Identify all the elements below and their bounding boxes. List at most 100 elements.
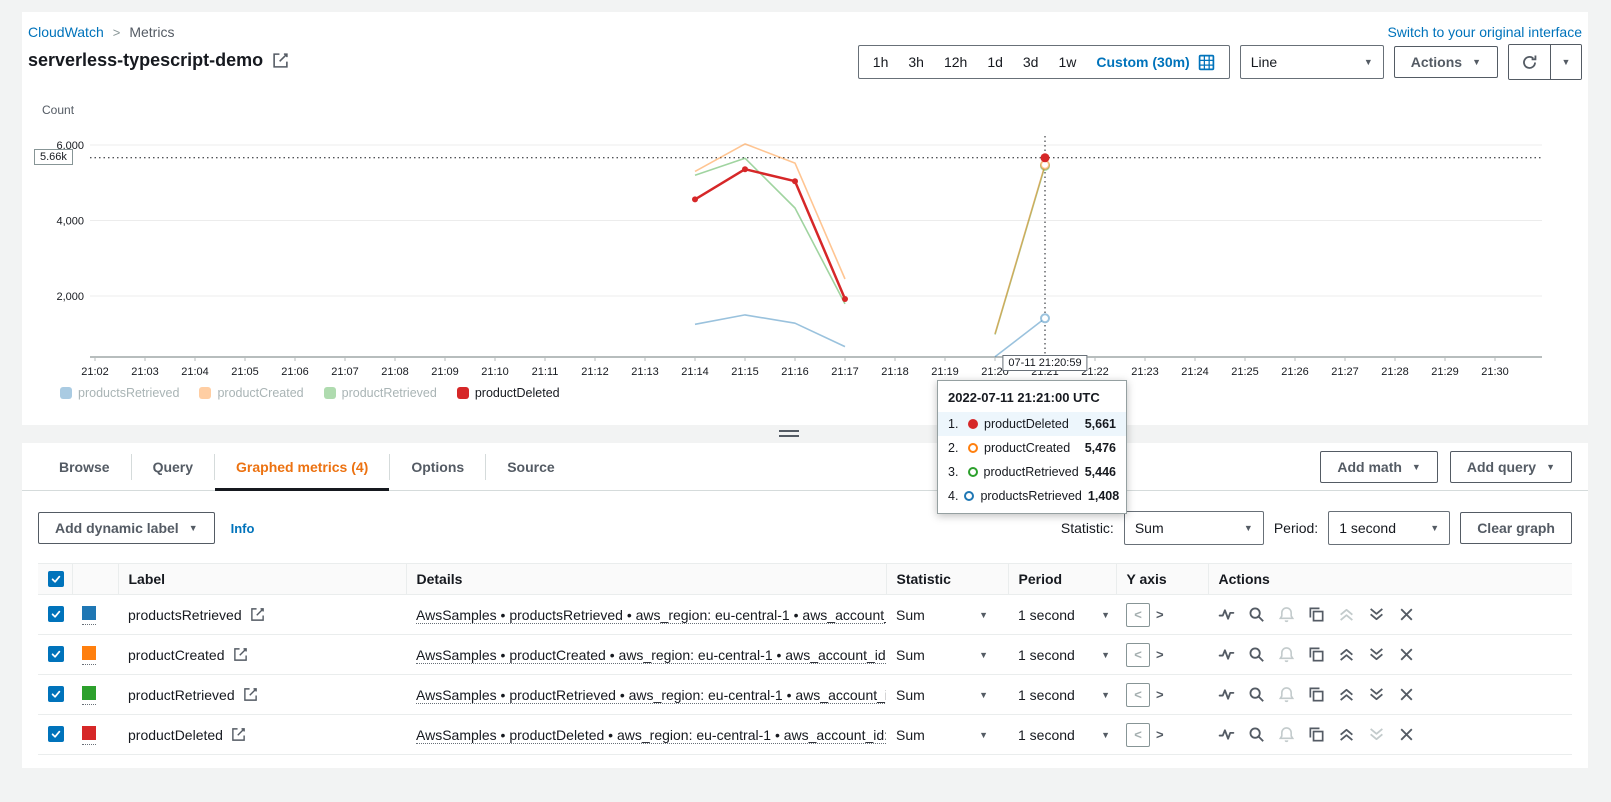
legend-item-productsRetrieved[interactable]: productsRetrieved xyxy=(60,386,179,400)
row-statistic-select[interactable]: Sum▼ xyxy=(896,687,988,703)
time-range-3d[interactable]: 3d xyxy=(1013,54,1049,70)
legend-item-productCreated[interactable]: productCreated xyxy=(199,386,303,400)
move-down-action[interactable] xyxy=(1368,686,1385,703)
y-axis-right-button[interactable]: > xyxy=(1156,687,1164,702)
chart-type-select[interactable]: Line▼ xyxy=(1240,45,1384,79)
duplicate-action[interactable] xyxy=(1308,726,1325,743)
statistic-select[interactable]: Sum▼ xyxy=(1124,511,1264,545)
time-range-custom[interactable]: Custom (30m) xyxy=(1086,54,1224,71)
time-range-3h[interactable]: 3h xyxy=(898,54,934,70)
pulse-action[interactable] xyxy=(1218,726,1235,743)
calendar-icon[interactable] xyxy=(1198,54,1215,71)
chart-tooltip: 2022-07-11 21:21:00 UTC 1.productDeleted… xyxy=(937,380,1127,514)
time-range-1w[interactable]: 1w xyxy=(1048,54,1086,70)
x-tick-label: 21:15 xyxy=(731,366,759,378)
metric-color-swatch[interactable] xyxy=(82,646,96,660)
move-down-action[interactable] xyxy=(1368,646,1385,663)
remove-action[interactable] xyxy=(1398,646,1415,663)
edit-label-button[interactable] xyxy=(231,727,246,742)
metric-details[interactable]: AwsSamples • productDeleted • aws_region… xyxy=(416,727,886,744)
legend-item-productRetrieved[interactable]: productRetrieved xyxy=(324,386,437,400)
tab-graphed-metrics-4[interactable]: Graphed metrics (4) xyxy=(215,443,389,490)
legend-item-productDeleted[interactable]: productDeleted xyxy=(457,386,560,400)
remove-action[interactable] xyxy=(1398,606,1415,623)
move-down-action[interactable] xyxy=(1368,606,1385,623)
metric-color-swatch[interactable] xyxy=(82,606,96,620)
search-action[interactable] xyxy=(1248,686,1265,703)
row-checkbox[interactable] xyxy=(48,686,64,702)
metric-details[interactable]: AwsSamples • productsRetrieved • aws_reg… xyxy=(416,607,886,624)
tab-browse[interactable]: Browse xyxy=(38,443,131,490)
tab-options[interactable]: Options xyxy=(390,443,485,490)
pulse-action[interactable] xyxy=(1218,686,1235,703)
add-dynamic-label-button[interactable]: Add dynamic label▼ xyxy=(38,512,215,544)
panel-resize-handle[interactable] xyxy=(779,428,799,438)
legend-swatch xyxy=(60,387,72,399)
y-axis-left-button[interactable]: < xyxy=(1126,683,1150,707)
remove-action[interactable] xyxy=(1398,686,1415,703)
refresh-options-button[interactable]: ▼ xyxy=(1551,45,1581,79)
select-all-checkbox[interactable] xyxy=(48,571,64,587)
row-period-select[interactable]: 1 second▼ xyxy=(1018,607,1110,623)
breadcrumb-cloudwatch-link[interactable]: CloudWatch xyxy=(28,24,104,40)
metric-color-swatch[interactable] xyxy=(82,726,96,740)
y-axis-right-button[interactable]: > xyxy=(1156,607,1164,622)
search-action[interactable] xyxy=(1248,726,1265,743)
actions-button[interactable]: Actions▼ xyxy=(1394,46,1498,78)
duplicate-action[interactable] xyxy=(1308,686,1325,703)
move-up-action[interactable] xyxy=(1338,686,1355,703)
duplicate-action[interactable] xyxy=(1308,646,1325,663)
tab-source[interactable]: Source xyxy=(486,443,575,490)
refresh-button[interactable] xyxy=(1509,45,1551,79)
edit-label-button[interactable] xyxy=(250,607,265,622)
time-range-12h[interactable]: 12h xyxy=(934,54,977,70)
row-checkbox[interactable] xyxy=(48,726,64,742)
pulse-action[interactable] xyxy=(1218,646,1235,663)
row-statistic-select[interactable]: Sum▼ xyxy=(896,727,988,743)
search-action[interactable] xyxy=(1248,606,1265,623)
metric-color-swatch[interactable] xyxy=(82,686,96,700)
row-checkbox[interactable] xyxy=(48,646,64,662)
row-period-select[interactable]: 1 second▼ xyxy=(1018,647,1110,663)
metric-details[interactable]: AwsSamples • productRetrieved • aws_regi… xyxy=(416,687,886,704)
edit-label-button[interactable] xyxy=(243,687,258,702)
edit-title-icon[interactable] xyxy=(272,52,289,69)
move-up-action[interactable] xyxy=(1338,726,1355,743)
add-math-button[interactable]: Add math▼ xyxy=(1320,451,1437,483)
chevron-down-icon: ▼ xyxy=(979,610,988,620)
column-header-label[interactable]: Label xyxy=(118,564,406,595)
info-link[interactable]: Info xyxy=(231,521,255,536)
metric-details[interactable]: AwsSamples • productCreated • aws_region… xyxy=(416,647,886,664)
add-query-button[interactable]: Add query▼ xyxy=(1450,451,1572,483)
remove-action[interactable] xyxy=(1398,726,1415,743)
y-axis-right-button[interactable]: > xyxy=(1156,727,1164,742)
column-header-statistic[interactable]: Statistic xyxy=(886,564,1008,595)
row-statistic-select[interactable]: Sum▼ xyxy=(896,607,988,623)
row-statistic-select[interactable]: Sum▼ xyxy=(896,647,988,663)
column-header-period[interactable]: Period xyxy=(1008,564,1116,595)
duplicate-action[interactable] xyxy=(1308,606,1325,623)
y-axis-left-button[interactable]: < xyxy=(1126,723,1150,747)
tab-query[interactable]: Query xyxy=(132,443,214,490)
metrics-chart-svg[interactable]: 2,0004,0006,000Count21:0221:0321:0421:05… xyxy=(22,88,1588,384)
row-checkbox[interactable] xyxy=(48,606,64,622)
move-up-action[interactable] xyxy=(1338,646,1355,663)
y-axis-right-button[interactable]: > xyxy=(1156,647,1164,662)
row-period-select[interactable]: 1 second▼ xyxy=(1018,727,1110,743)
metrics-chart[interactable]: 2,0004,0006,000Count21:0221:0321:0421:05… xyxy=(22,88,1588,388)
period-select[interactable]: 1 second▼ xyxy=(1328,511,1450,545)
column-header-y-axis[interactable]: Y axis xyxy=(1116,564,1208,595)
edit-label-button[interactable] xyxy=(233,647,248,662)
switch-interface-link[interactable]: Switch to your original interface xyxy=(1387,24,1582,40)
search-action[interactable] xyxy=(1248,646,1265,663)
color-column-header xyxy=(72,564,118,595)
y-axis-left-button[interactable]: < xyxy=(1126,603,1150,627)
row-period-select[interactable]: 1 second▼ xyxy=(1018,687,1110,703)
column-header-details[interactable]: Details xyxy=(406,564,886,595)
clear-graph-button[interactable]: Clear graph xyxy=(1460,512,1572,544)
y-axis-left-button[interactable]: < xyxy=(1126,643,1150,667)
pulse-action[interactable] xyxy=(1218,606,1235,623)
time-range-1h[interactable]: 1h xyxy=(863,54,899,70)
time-range-1d[interactable]: 1d xyxy=(977,54,1013,70)
column-header-actions[interactable]: Actions xyxy=(1208,564,1572,595)
